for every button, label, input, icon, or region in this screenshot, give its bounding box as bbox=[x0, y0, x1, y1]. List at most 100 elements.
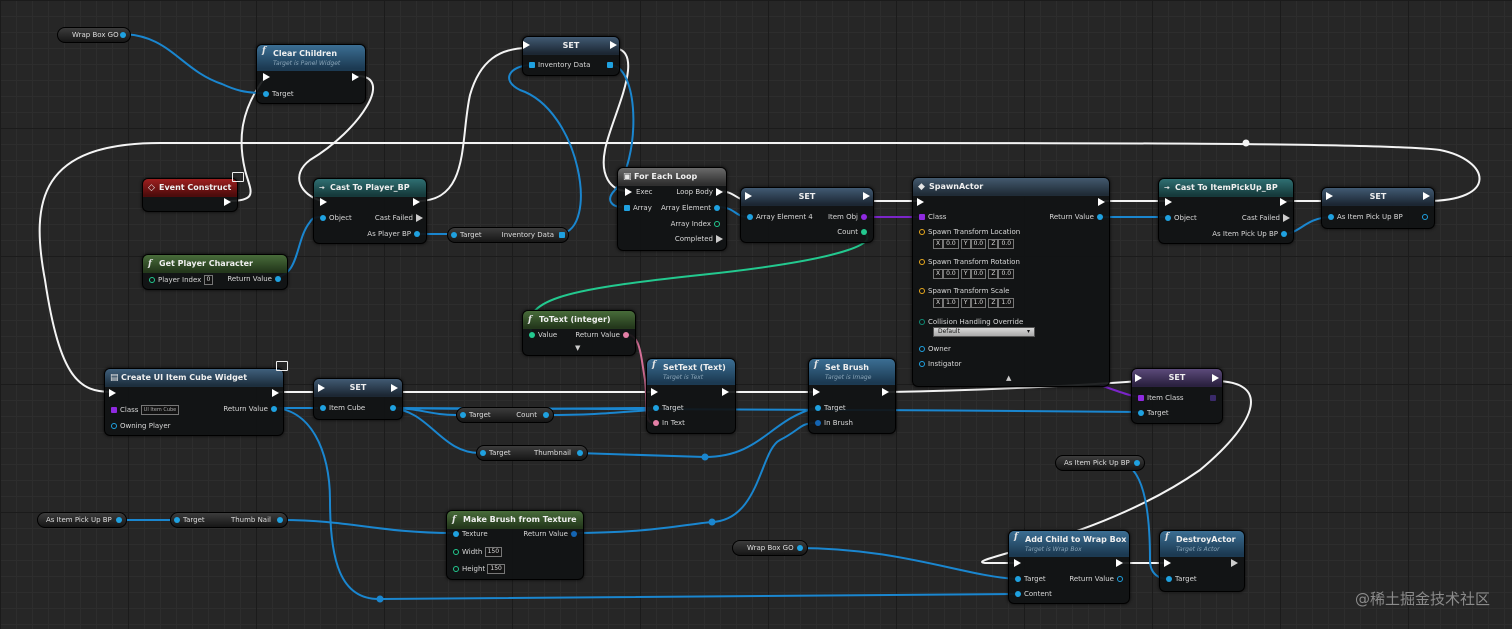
width-pin[interactable]: Width 150 bbox=[450, 547, 503, 557]
exec-in-pin[interactable] bbox=[745, 192, 752, 201]
exec-in-pin[interactable] bbox=[917, 198, 924, 207]
exec-in-pin[interactable]: Exec bbox=[621, 188, 653, 197]
target-pin[interactable]: Target bbox=[1012, 575, 1046, 584]
set-brush-node[interactable]: f Set Brush Target is Image Target In Br… bbox=[808, 358, 896, 434]
target-pin[interactable]: Target bbox=[1163, 575, 1197, 584]
height-pin[interactable]: Height 150 bbox=[450, 564, 505, 574]
exec-out-pin[interactable] bbox=[1098, 198, 1105, 207]
add-child-to-wrap-box-node[interactable]: f Add Child to Wrap Box Target is Wrap B… bbox=[1008, 530, 1130, 604]
exec-in-pin[interactable] bbox=[651, 388, 658, 397]
instigator-pin[interactable]: Instigator bbox=[916, 360, 961, 369]
exec-in-pin[interactable] bbox=[523, 41, 530, 50]
exec-in-pin[interactable] bbox=[109, 389, 116, 398]
target-pin[interactable]: Target bbox=[260, 90, 294, 99]
set-array-element-node[interactable]: SET Array Element 4 Item Obj Count bbox=[740, 187, 874, 243]
exec-in-pin[interactable] bbox=[1165, 198, 1172, 207]
texture-pin[interactable]: Texture bbox=[450, 530, 488, 539]
exec-in-pin[interactable] bbox=[1135, 374, 1142, 383]
exec-in-pin[interactable] bbox=[1014, 559, 1021, 568]
collision-dropdown[interactable]: Default ▾ bbox=[933, 327, 1035, 337]
class-dropdown[interactable]: UI Item Cube bbox=[140, 405, 180, 415]
item-cube-pin[interactable]: Item Cube bbox=[317, 404, 365, 413]
for-each-loop-node[interactable]: ▣ For Each Loop Exec Loop Body Array Arr… bbox=[617, 167, 727, 251]
exec-out-pin[interactable] bbox=[1116, 559, 1123, 568]
inventory-data-pin[interactable]: Inventory Data bbox=[526, 61, 590, 70]
object-pin[interactable]: Object bbox=[1162, 214, 1197, 223]
expand-arrow-icon[interactable]: ▼ bbox=[575, 344, 580, 353]
set-as-item-pick-up-bp-node[interactable]: SET As Item Pick Up BP bbox=[1321, 187, 1435, 229]
exec-out-pin[interactable] bbox=[610, 41, 617, 50]
as-item-pick-up-bp-out-pin[interactable] bbox=[1419, 213, 1431, 222]
spawn-actor-node[interactable]: ◆ SpawnActor Class Return Value Spawn Tr… bbox=[912, 177, 1110, 387]
location-x-field[interactable]: 0.0 bbox=[943, 239, 959, 249]
set-text-node[interactable]: f SetText (Text) Target is Text Target I… bbox=[646, 358, 736, 434]
target-pin[interactable]: Target bbox=[1135, 409, 1169, 418]
get-player-character-node[interactable]: f Get Player Character Player Index 0 Re… bbox=[142, 254, 288, 290]
item-class-out-pin[interactable] bbox=[1207, 394, 1219, 403]
cast-failed-pin[interactable]: Cast Failed bbox=[375, 214, 423, 223]
wrap-box-variable-top[interactable]: Wrap Box GO bbox=[57, 27, 131, 43]
exec-in-pin[interactable] bbox=[320, 198, 327, 207]
array-element-pin[interactable]: Array Element bbox=[661, 204, 723, 213]
owning-player-pin[interactable]: Owning Player bbox=[108, 422, 171, 431]
exec-in-pin[interactable] bbox=[1326, 192, 1333, 201]
array-index-pin[interactable]: Array Index bbox=[671, 220, 723, 229]
exec-out-pin[interactable] bbox=[1280, 198, 1287, 207]
value-pin[interactable]: Value bbox=[526, 331, 557, 340]
exec-out-pin[interactable] bbox=[413, 198, 420, 207]
exec-in-pin[interactable] bbox=[1164, 559, 1171, 568]
target-pin[interactable]: Target bbox=[650, 404, 684, 413]
rotation-z-field[interactable]: 0.0 bbox=[998, 269, 1015, 279]
exec-out-pin[interactable] bbox=[1423, 192, 1430, 201]
exec-out-pin[interactable] bbox=[1212, 374, 1219, 383]
exec-out-pin[interactable] bbox=[882, 388, 889, 397]
set-item-class-node[interactable]: SET Item Class Target bbox=[1131, 368, 1223, 424]
item-cube-out-pin[interactable] bbox=[387, 404, 399, 413]
owner-pin[interactable]: Owner bbox=[916, 345, 951, 354]
get-inventory-data-node[interactable]: Target Inventory Data bbox=[447, 227, 569, 243]
exec-out-pin[interactable] bbox=[722, 388, 729, 397]
array-pin[interactable]: Array bbox=[621, 204, 652, 213]
set-item-cube-node[interactable]: SET Item Cube bbox=[313, 378, 403, 420]
scale-z-field[interactable]: 1.0 bbox=[998, 298, 1015, 308]
item-class-pin[interactable]: Item Class bbox=[1135, 394, 1184, 403]
target-pin[interactable]: Target bbox=[812, 404, 846, 413]
create-widget-node[interactable]: ▤ Create UI Item Cube Widget Class UI It… bbox=[104, 368, 284, 436]
class-pin[interactable]: Class UI Item Cube bbox=[108, 405, 180, 415]
spawn-transform-scale-pin[interactable]: Spawn Transform Scale bbox=[916, 287, 1009, 296]
as-item-pick-up-bp-variable-right[interactable]: As Item Pick Up BP bbox=[1055, 455, 1145, 471]
as-player-bp-pin[interactable]: As Player BP bbox=[367, 230, 423, 239]
exec-in-pin[interactable] bbox=[813, 388, 820, 397]
as-item-pick-up-bp-pin[interactable]: As Item Pick Up BP bbox=[1325, 213, 1403, 222]
cast-to-itempickup-bp-node[interactable]: ↠ Cast To ItemPickUp_BP Object Cast Fail… bbox=[1158, 178, 1294, 244]
collision-handling-pin[interactable]: Collision Handling Override bbox=[916, 318, 1023, 327]
spawn-transform-rotation-pin[interactable]: Spawn Transform Rotation bbox=[916, 258, 1020, 267]
in-brush-pin[interactable]: In Brush bbox=[812, 419, 853, 428]
rotation-y-field[interactable]: 0.0 bbox=[970, 269, 987, 279]
as-item-pick-up-bp-variable-left[interactable]: As Item Pick Up BP bbox=[37, 512, 127, 528]
count-pin[interactable]: Count bbox=[837, 228, 870, 237]
exec-in-pin[interactable] bbox=[318, 384, 325, 393]
return-value-pin[interactable]: Return Value bbox=[1069, 575, 1126, 584]
cast-failed-pin[interactable]: Cast Failed bbox=[1242, 214, 1290, 223]
scale-y-field[interactable]: 1.0 bbox=[970, 298, 987, 308]
exec-in-pin[interactable] bbox=[263, 73, 270, 82]
object-pin-icon[interactable] bbox=[120, 32, 126, 38]
in-text-pin[interactable]: In Text bbox=[650, 419, 685, 428]
get-count-node[interactable]: Target Count bbox=[456, 407, 554, 423]
exec-out-pin[interactable] bbox=[391, 384, 398, 393]
array-element-4-pin[interactable]: Array Element 4 bbox=[744, 213, 813, 222]
return-value-pin[interactable]: Return Value bbox=[227, 275, 284, 284]
player-index-pin[interactable]: Player Index 0 bbox=[146, 275, 214, 285]
completed-pin[interactable]: Completed bbox=[675, 235, 723, 244]
exec-out-pin[interactable] bbox=[272, 389, 279, 398]
get-thumb-nail-node[interactable]: Target Thumb Nail bbox=[170, 512, 288, 528]
return-value-pin[interactable]: Return Value bbox=[523, 530, 580, 539]
wrap-box-variable-bottom[interactable]: Wrap Box GO bbox=[732, 540, 808, 556]
exec-out-pin[interactable] bbox=[352, 73, 359, 82]
event-construct-node[interactable]: ◇ Event Construct bbox=[142, 178, 238, 212]
item-obj-pin[interactable]: Item Obj bbox=[828, 213, 870, 222]
location-z-field[interactable]: 0.0 bbox=[998, 239, 1015, 249]
rotation-x-field[interactable]: 0.0 bbox=[943, 269, 959, 279]
location-y-field[interactable]: 0.0 bbox=[970, 239, 987, 249]
